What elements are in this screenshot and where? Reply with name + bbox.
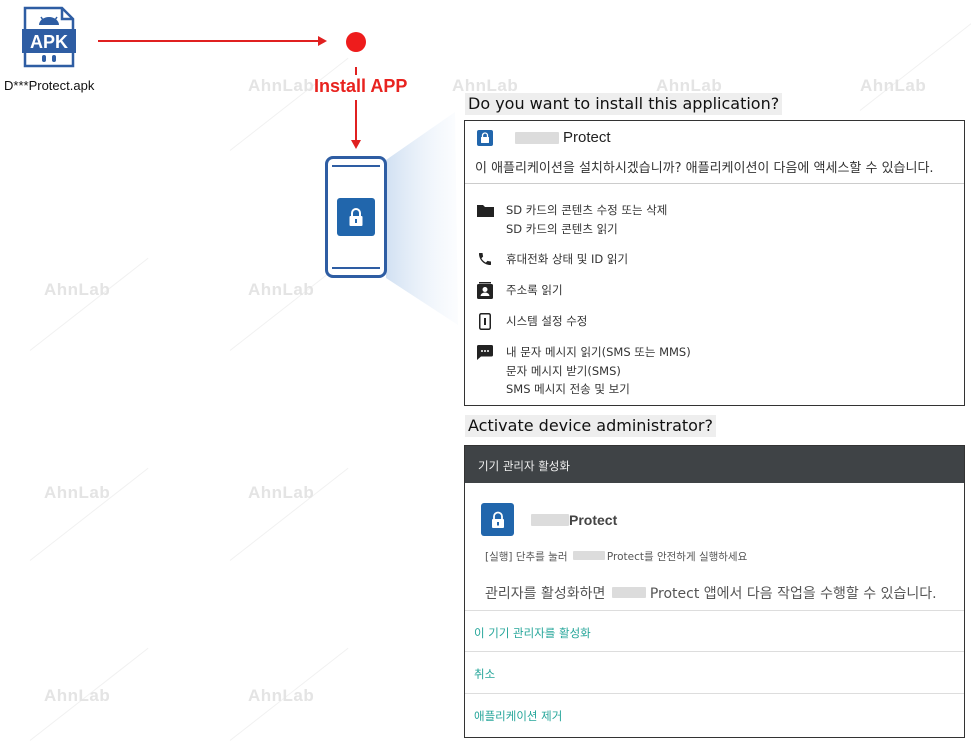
permission-sms: 내 문자 메시지 읽기(SMS 또는 MMS) 문자 메시지 받기(SMS) S… xyxy=(475,343,691,399)
permission-line: SMS 메시지 전송 및 보기 xyxy=(506,382,630,396)
admin-description: 관리자를 활성화하면 Protect 앱에서 다음 작업을 수행할 수 있습니다… xyxy=(485,583,937,603)
divider xyxy=(465,651,964,652)
redacted-name xyxy=(611,587,646,598)
permission-line: 문자 메시지 받기(SMS) xyxy=(506,363,621,378)
redacted-name xyxy=(515,131,559,144)
activate-admin-button[interactable]: 이 기기 관리자를 활성화 xyxy=(474,625,591,641)
admin-desc-suffix: Protect 앱에서 다음 작업을 수행할 수 있습니다. xyxy=(649,586,937,602)
install-app-header: Protect xyxy=(477,129,611,146)
divider xyxy=(465,693,964,694)
install-node xyxy=(346,32,366,52)
apk-badge: APK xyxy=(30,32,68,52)
apk-filename: D***Protect.apk xyxy=(4,78,95,93)
uninstall-app-button[interactable]: 애플리케이션 제거 xyxy=(474,708,562,724)
redacted-name xyxy=(531,513,569,526)
install-dialog: Protect 이 애플리케이션을 설치하시겠습니까? 애플리케이션이 다음에 … xyxy=(464,120,965,406)
divider xyxy=(465,183,964,184)
install-app-label: Install APP xyxy=(314,76,408,96)
permission-line: SD 카드의 콘텐츠 수정 또는 삭제 xyxy=(506,203,668,217)
install-app-name: Protect xyxy=(563,129,611,146)
phone-device xyxy=(325,156,387,278)
permission-line: SD 카드의 콘텐츠 읽기 xyxy=(506,221,618,236)
permission-line: 휴대전화 상태 및 ID 읽기 xyxy=(506,252,629,266)
contacts-icon xyxy=(475,281,495,299)
arrow-down-segment xyxy=(355,67,357,75)
permission-contacts: 주소록 읽기 xyxy=(475,281,563,300)
permission-phone: 휴대전화 상태 및 ID 읽기 xyxy=(475,250,628,269)
permission-settings: 시스템 설정 수정 xyxy=(475,312,587,331)
admin-title-bar: 기기 관리자 활성화 xyxy=(465,446,964,483)
arrow-down-segment xyxy=(355,100,357,142)
redacted-name xyxy=(572,551,605,560)
admin-section-title: Activate device administrator? xyxy=(465,415,716,437)
admin-app-header: Protect xyxy=(481,503,617,536)
arrow-head xyxy=(318,36,327,46)
device-admin-dialog: 기기 관리자 활성화 Protect [실행] 단추를 눌러 Protect를 … xyxy=(464,445,965,738)
divider xyxy=(465,610,964,611)
permission-line: 내 문자 메시지 읽기(SMS 또는 MMS) xyxy=(506,345,691,359)
folder-icon xyxy=(475,201,495,219)
cancel-button[interactable]: 취소 xyxy=(474,666,495,682)
install-section-title: Do you want to install this application? xyxy=(465,93,783,115)
arrow-to-install xyxy=(98,40,323,42)
apk-file-icon: APK xyxy=(22,5,76,69)
admin-hint: [실행] 단추를 눌러 Protect를 안전하게 실행하세요 xyxy=(485,549,747,564)
install-question: 이 애플리케이션을 설치하시겠습니까? 애플리케이션이 다음에 액세스할 수 있… xyxy=(475,161,934,176)
admin-bar-title: 기기 관리자 활성화 xyxy=(478,459,570,473)
phone-icon xyxy=(475,250,495,268)
permission-storage: SD 카드의 콘텐츠 수정 또는 삭제 SD 카드의 콘텐츠 읽기 xyxy=(475,201,667,238)
admin-app-name: Protect xyxy=(569,511,618,528)
admin-hint-prefix: [실행] 단추를 눌러 xyxy=(485,551,568,563)
admin-desc-prefix: 관리자를 활성화하면 xyxy=(485,586,606,602)
lock-icon xyxy=(481,503,514,536)
lock-icon xyxy=(477,129,493,146)
device-settings-icon xyxy=(475,312,495,330)
lock-icon xyxy=(337,198,375,236)
permission-line: 시스템 설정 수정 xyxy=(506,314,588,328)
admin-hint-suffix: Protect를 안전하게 실행하세요 xyxy=(606,551,748,563)
permission-line: 주소록 읽기 xyxy=(506,283,563,297)
arrow-head xyxy=(351,140,361,149)
sms-icon xyxy=(475,343,495,361)
